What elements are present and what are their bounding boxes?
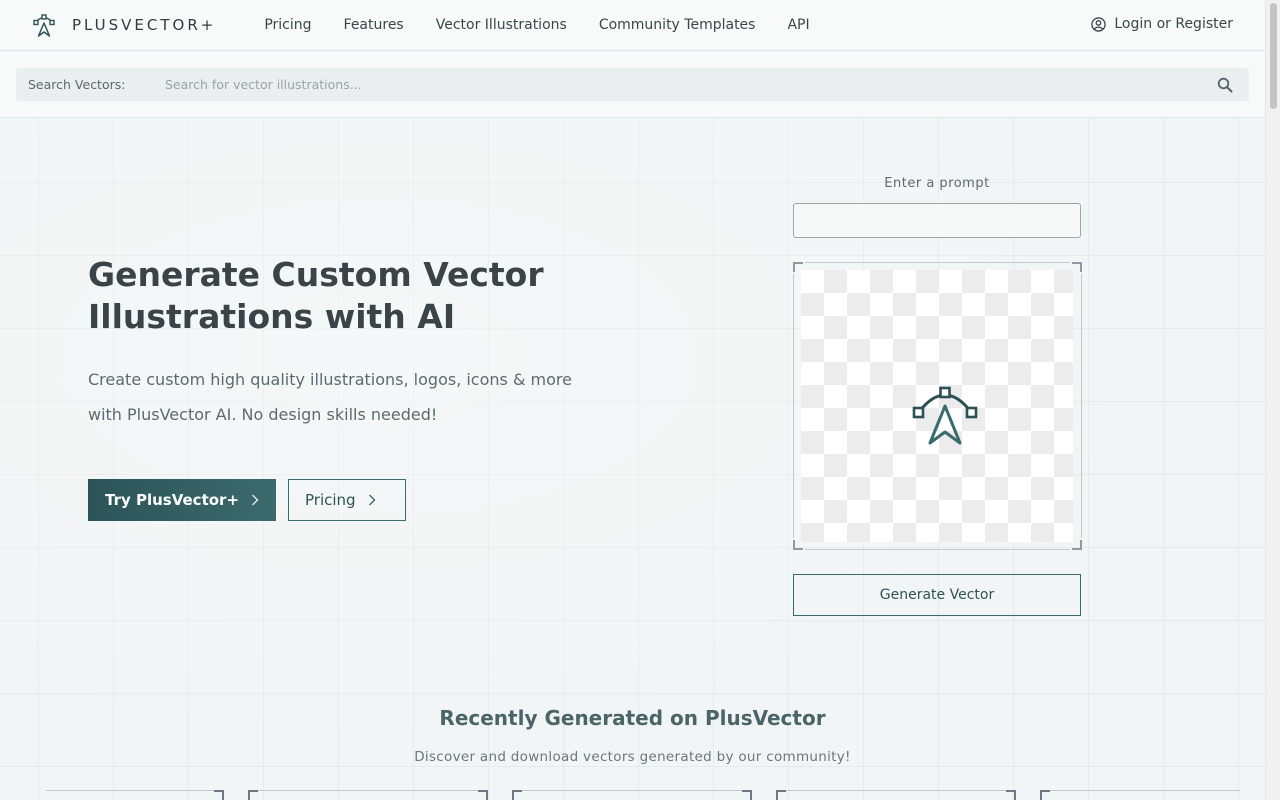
- card-edge: [786, 790, 1006, 791]
- frame-corner: [1072, 540, 1082, 550]
- recent-vector-card[interactable]: [512, 790, 752, 800]
- chevron-right-icon: [252, 494, 259, 506]
- nav-item-pricing[interactable]: Pricing: [264, 17, 311, 33]
- login-register-link[interactable]: Login or Register: [1091, 16, 1233, 32]
- card-edge: [522, 790, 742, 791]
- recent-vector-card[interactable]: [36, 790, 224, 800]
- recent-vector-card[interactable]: [776, 790, 1016, 800]
- frame-edge: [805, 549, 1070, 550]
- card-edge: [1050, 790, 1240, 791]
- pricing-button[interactable]: Pricing: [288, 479, 406, 521]
- card-corner: [512, 790, 522, 800]
- brand-name: PLUSVECTOR+: [72, 16, 217, 34]
- pricing-button-label: Pricing: [305, 491, 356, 509]
- brand[interactable]: PLUSVECTOR+: [30, 11, 216, 39]
- pen-tool-icon: [33, 14, 55, 37]
- card-edge: [258, 790, 478, 791]
- search-bar: Search Vectors:: [16, 68, 1249, 101]
- card-corner: [776, 790, 786, 800]
- search-section: Search Vectors:: [0, 52, 1265, 118]
- transparency-checkerboard: [801, 270, 1073, 542]
- generate-vector-button[interactable]: Generate Vector: [793, 574, 1081, 616]
- search-input[interactable]: [165, 68, 1217, 101]
- frame-edge: [793, 274, 794, 538]
- nav-item-community-templates[interactable]: Community Templates: [599, 17, 756, 33]
- user-circle-icon: [1091, 16, 1107, 32]
- try-plusvector-label: Try PlusVector+: [105, 491, 240, 509]
- nav-item-features[interactable]: Features: [344, 17, 404, 33]
- chevron-right-icon: [368, 494, 376, 506]
- recent-vector-card[interactable]: [1040, 790, 1250, 800]
- nav-item-vector-illustrations[interactable]: Vector Illustrations: [436, 17, 567, 33]
- card-corner: [742, 790, 752, 800]
- card-corner: [214, 790, 224, 800]
- hero-section: Generate Custom Vector Illustrations wit…: [0, 118, 1265, 800]
- search-label: Search Vectors:: [28, 77, 126, 92]
- frame-edge: [1081, 274, 1082, 538]
- hero-subtitle: Create custom high quality illustrations…: [88, 370, 572, 424]
- frame-edge: [805, 262, 1070, 263]
- login-label: Login or Register: [1114, 16, 1233, 32]
- scrollbar-thumb[interactable]: [1270, 3, 1277, 109]
- recent-vector-card[interactable]: [248, 790, 488, 800]
- card-edge: [46, 790, 214, 791]
- pen-tool-icon: [912, 386, 978, 445]
- recent-section-subtitle: Discover and download vectors generated …: [414, 749, 851, 765]
- card-corner: [1006, 790, 1016, 800]
- card-corner: [1040, 790, 1050, 800]
- prompt-input[interactable]: [793, 203, 1081, 238]
- recent-section-title: Recently Generated on PlusVector: [439, 706, 826, 730]
- vector-preview-canvas: [793, 262, 1082, 550]
- frame-corner: [1072, 262, 1082, 272]
- main-nav: Pricing Features Vector Illustrations Co…: [264, 17, 841, 33]
- try-plusvector-button[interactable]: Try PlusVector+: [88, 479, 276, 521]
- top-navigation-bar: PLUSVECTOR+ Pricing Features Vector Illu…: [0, 0, 1265, 51]
- search-icon[interactable]: [1217, 77, 1233, 93]
- nav-item-api[interactable]: API: [787, 17, 809, 33]
- page-scrollbar[interactable]: [1265, 0, 1280, 800]
- card-corner: [248, 790, 258, 800]
- hero-title: Generate Custom Vector Illustrations wit…: [88, 255, 544, 336]
- prompt-label: Enter a prompt: [884, 176, 990, 191]
- card-corner: [478, 790, 488, 800]
